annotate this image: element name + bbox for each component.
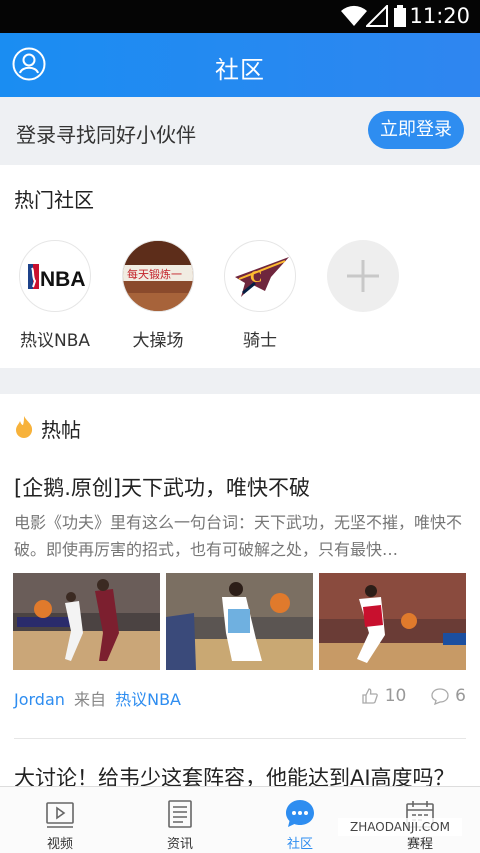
watermark: ZHAODANJI.COM [338,818,462,836]
like-count: 10 [384,686,407,706]
app-header: 社区 [0,33,480,97]
post-community-link[interactable]: 热议NBA [115,690,181,709]
svg-text:NBA: NBA [40,268,86,291]
cavaliers-logo-icon: C [224,240,296,312]
post-meta: Jordan 来自 热议NBA [14,686,181,710]
post-image-3[interactable] [319,573,466,670]
hot-communities-title: 热门社区 [14,188,94,212]
post-title[interactable]: [企鹅.原创]天下武功，唯快不破 [14,472,310,502]
comment-count: 6 [455,686,466,706]
hot-posts-title: 热帖 [41,418,81,442]
video-icon [46,802,74,828]
flame-icon [16,416,33,438]
post-stats: 10 6 [361,686,466,706]
community-item-cavaliers[interactable]: C 骑士 [210,240,310,351]
login-prompt-text: 登录寻找同好小伙伴 [16,123,196,147]
status-bar: 11:20 [0,0,480,33]
add-community-button[interactable] [313,240,413,312]
community-item-nba[interactable]: NBA 热议NBA [5,240,105,351]
signal-icon [366,5,388,27]
login-button[interactable]: 立即登录 [368,111,464,149]
svg-text:C: C [250,267,262,286]
community-icon [286,800,314,827]
battery-icon [394,5,406,27]
post-excerpt[interactable]: 电影《功夫》里有这么一句台词：天下武功，无坚不摧，唯快不破。即使再厉害的招式，也… [14,509,466,563]
nba-logo-icon: NBA [19,240,91,312]
community-item-playground[interactable]: 每天锻炼一 大操场 [108,240,208,351]
community-name: 热议NBA [19,331,90,351]
post-image-2[interactable] [166,573,313,670]
comment-icon[interactable] [430,687,450,706]
tab-video[interactable]: 视频 [0,787,120,853]
post-divider [14,738,466,739]
plus-icon [327,240,399,312]
thumbs-up-icon[interactable] [361,687,379,705]
community-name: 骑士 [243,331,277,351]
wifi-icon [341,5,367,26]
tab-news[interactable]: 资讯 [120,787,240,853]
post-image-1[interactable] [13,573,160,670]
news-icon [168,800,192,828]
banner-photo-icon: 每天锻炼一 [122,240,194,312]
tab-label: 资讯 [166,837,193,852]
tab-label: 视频 [46,837,73,852]
status-time: 11:20 [409,4,470,28]
community-name: 大操场 [132,331,184,351]
post-author[interactable]: Jordan [14,690,65,709]
page-title: 社区 [215,56,265,84]
svg-text:每天锻炼一: 每天锻炼一 [127,267,182,281]
post-from-label: 来自 [74,690,107,709]
login-banner: 登录寻找同好小伙伴 立即登录 [0,97,480,165]
